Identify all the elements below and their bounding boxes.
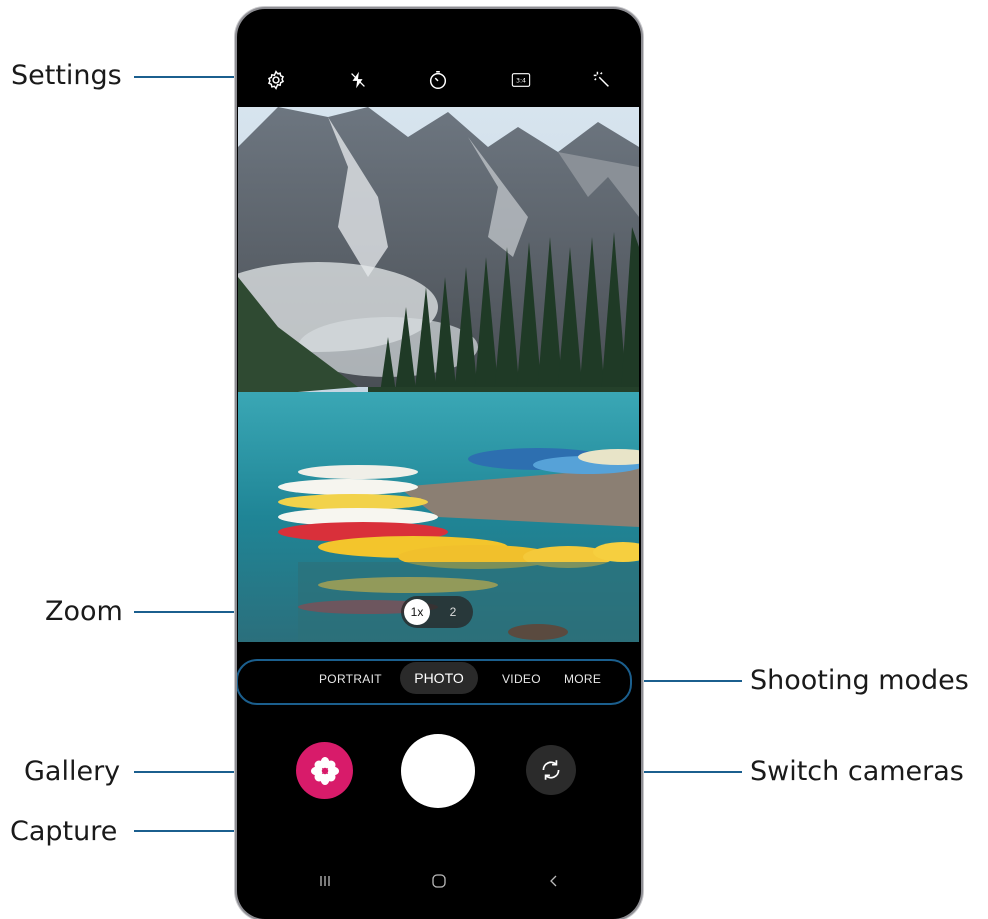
home-icon[interactable] (429, 871, 449, 891)
zoom-2x-button[interactable]: 2 (439, 599, 467, 625)
flower-icon (310, 756, 339, 785)
camera-top-bar: 3:4 (237, 9, 641, 107)
gallery-button[interactable] (296, 742, 353, 799)
timer-icon[interactable] (425, 67, 451, 93)
system-navigation-bar (237, 869, 641, 899)
camera-viewfinder[interactable]: 1x 2 (238, 107, 639, 642)
zoom-control[interactable]: 1x 2 (401, 596, 473, 628)
filters-icon[interactable] (589, 67, 615, 93)
capture-button[interactable] (401, 734, 475, 808)
switch-camera-icon (542, 760, 560, 780)
capture-callout: Capture (10, 816, 118, 847)
switch-cameras-button[interactable] (526, 745, 576, 795)
switch-cameras-callout: Switch cameras (750, 756, 964, 787)
flash-off-icon[interactable] (345, 67, 371, 93)
recents-icon[interactable] (315, 871, 335, 891)
gallery-callout: Gallery (24, 756, 121, 787)
svg-text:3:4: 3:4 (516, 78, 526, 85)
zoom-1x-button[interactable]: 1x (404, 599, 430, 625)
shooting-modes-highlight (237, 659, 632, 705)
back-icon[interactable] (544, 871, 564, 891)
phone-screen: 3:4 1x 2 PORTRAIT PHOTO VIDEO MORE (237, 9, 641, 919)
settings-callout: Settings (11, 60, 122, 91)
zoom-callout: Zoom (45, 596, 123, 627)
gear-icon[interactable] (263, 67, 289, 93)
aspect-ratio-icon[interactable]: 3:4 (507, 67, 535, 93)
shooting-modes-leader (628, 680, 742, 682)
lake-scene-image (238, 107, 639, 642)
shooting-modes-callout: Shooting modes (750, 665, 969, 696)
